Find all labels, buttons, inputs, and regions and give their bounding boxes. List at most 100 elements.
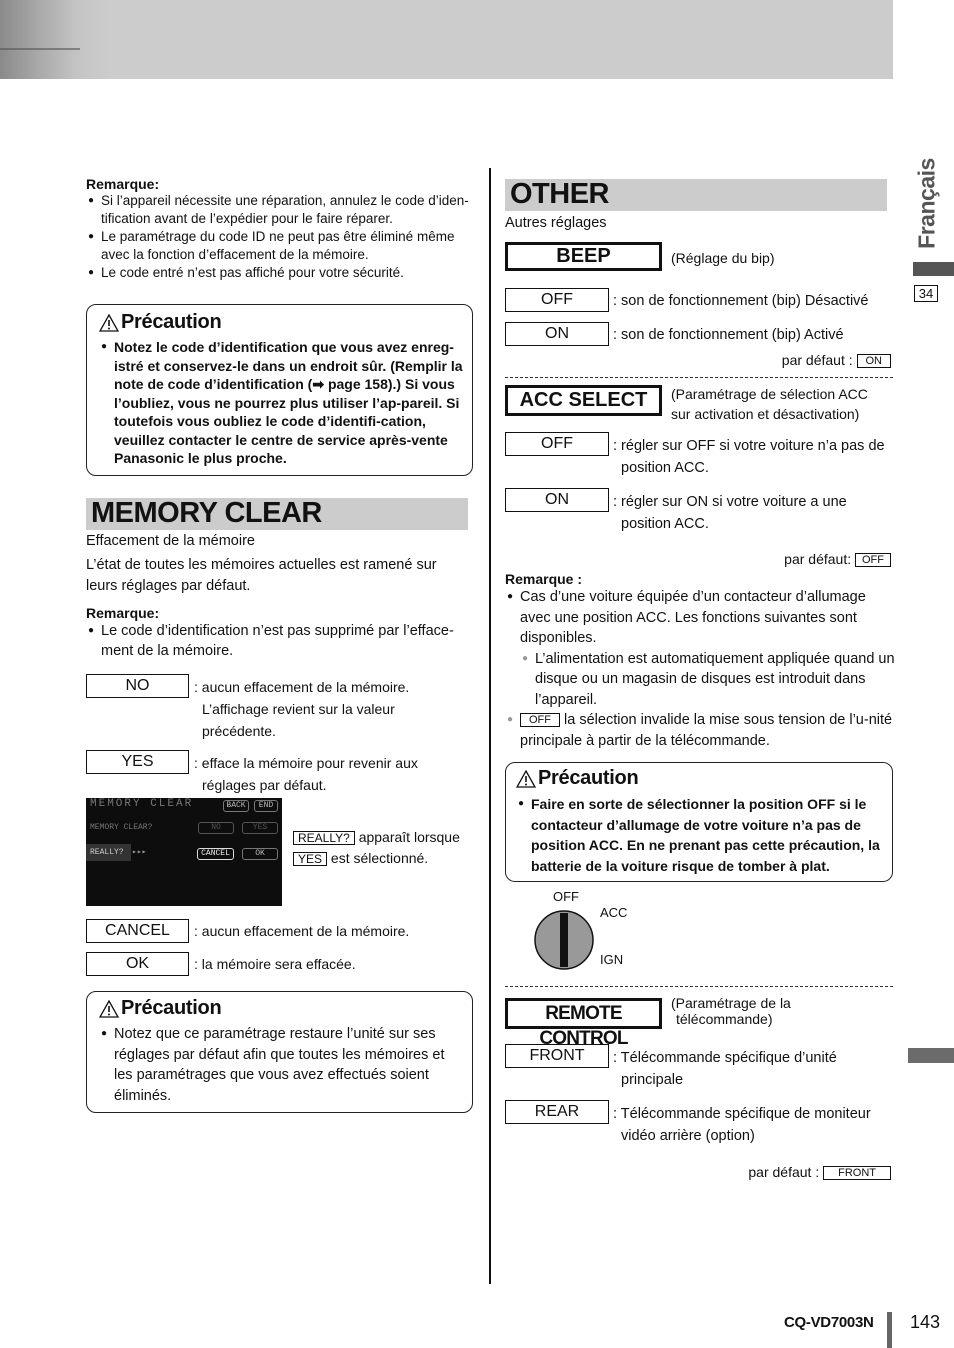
remote-note-line1: (Paramétrage de la <box>671 995 791 1011</box>
beep-default: par défaut : ON <box>782 350 891 370</box>
acc-option-off: OFF <box>505 432 609 456</box>
off-box: OFF <box>520 713 560 728</box>
beep-heading-box: BEEP <box>505 242 662 271</box>
remark-item: Si l’appareil nécessite une réparation, … <box>86 192 476 228</box>
acc-option-on-desc: : régler sur ON si votre voiture a une p… <box>613 494 847 532</box>
ignition-acc-label: ACC <box>600 905 628 920</box>
beep-option-off-desc: : son de fonctionnement (bip) Désactivé <box>613 293 869 309</box>
beep-option-off: OFF <box>505 288 609 312</box>
section-heading-memory-clear: MEMORY CLEAR <box>86 498 468 530</box>
caution-title: Précaution <box>121 997 222 1019</box>
caution-title: Précaution <box>121 311 222 333</box>
screen-note-text1: apparaît lorsque <box>358 829 460 845</box>
acc-select-note: (Paramétrage de sélection ACC sur activa… <box>671 386 868 422</box>
option-ok-desc: : la mémoire sera effacée. <box>194 956 356 972</box>
remark-item-text: la sélection invalide la mise sous tensi… <box>520 712 893 749</box>
separator <box>505 986 893 987</box>
default-value: ON <box>856 354 891 369</box>
screen-really: REALLY? <box>90 848 124 857</box>
remark-subitem: L’alimentation est automatiquement appli… <box>520 649 897 711</box>
remark-item-text: Cas d’une voiture équipée d’un contacteu… <box>520 589 866 646</box>
remark-id-code: Remarque: Si l’appareil nécessite une ré… <box>86 176 476 282</box>
warning-icon <box>515 769 537 788</box>
ignition-ign-label: IGN <box>600 952 624 967</box>
remark-item: Le code entré n’est pas affiché pour vot… <box>86 264 476 282</box>
screen-note-text2: est sélectionné. <box>330 850 429 866</box>
caution-box-acc: Précaution Faire en sorte de sélectionne… <box>505 762 893 882</box>
remark-item: Le paramétrage du code ID ne peut pas êt… <box>86 228 476 264</box>
option-yes-desc: : efface la mémoire pour revenir aux rég… <box>194 755 418 793</box>
screen-cancel-button[interactable]: CANCEL <box>197 848 234 860</box>
header-banner-image <box>0 0 110 79</box>
header-banner <box>0 0 893 79</box>
remark-item: OFF la sélection invalide la mise sous t… <box>505 710 897 751</box>
remark-title: Remarque: <box>86 605 160 621</box>
default-label: par défaut : <box>748 1164 820 1180</box>
remark-acc: Remarque : Cas d’une voiture équipée d’u… <box>505 571 897 751</box>
remote-option-front-desc: : Télécommande spécifique d’unité princi… <box>613 1050 837 1088</box>
remote-default: par défaut : FRONT <box>748 1162 891 1182</box>
remark-item: Cas d’une voiture équipée d’un contacteu… <box>505 587 897 710</box>
screen-no-button[interactable]: NO <box>198 822 234 834</box>
section-number: 34 <box>914 285 938 302</box>
caution-text: Faire en sorte de sélectionner la positi… <box>516 794 886 876</box>
option-yes: YES <box>86 750 189 774</box>
option-no: NO <box>86 674 189 698</box>
device-screen-memory-clear: MEMORY CLEAR BACK END MEMORY CLEAR? NO Y… <box>86 798 282 906</box>
option-cancel: CANCEL <box>86 919 189 943</box>
footer-bar <box>887 1312 892 1348</box>
language-label: Français <box>913 158 940 249</box>
default-label: par défaut : <box>781 352 853 368</box>
section-heading-other: OTHER <box>505 179 887 211</box>
option-cancel-desc: : aucun effacement de la mémoire. <box>194 923 410 939</box>
default-label: par défaut: <box>784 551 852 567</box>
column-divider <box>489 168 491 1284</box>
remote-option-rear: REAR <box>505 1100 609 1124</box>
warning-icon <box>98 999 120 1018</box>
model-number: CQ-VD7003N <box>784 1314 874 1331</box>
acc-select-heading-box: ACC SELECT <box>505 385 662 416</box>
acc-option-on: ON <box>505 488 609 512</box>
ignition-off-label: OFF <box>553 889 579 904</box>
screen-arrows: ▸▸▸ <box>132 848 147 857</box>
remark-title: Remarque : <box>505 571 583 587</box>
caution-box-id-code: Précaution Notez le code d’identificatio… <box>86 304 473 476</box>
really-box: REALLY? <box>293 831 355 846</box>
default-value: OFF <box>855 553 891 568</box>
screen-yes-button[interactable]: YES <box>242 822 278 834</box>
remark-title: Remarque: <box>86 176 160 192</box>
screen-ok-button[interactable]: OK <box>242 848 278 860</box>
option-ok: OK <box>86 952 189 976</box>
separator <box>505 377 893 378</box>
remote-control-heading-box: REMOTE CONTROL <box>505 998 662 1049</box>
ignition-switch-icon <box>534 910 594 970</box>
remote-note: (Paramétrage de la télécommande) <box>671 995 791 1027</box>
caution-box-memory-clear: Précaution Notez que ce paramétrage rest… <box>86 991 473 1113</box>
remark-item: Le code d’identification n’est pas suppr… <box>86 621 476 661</box>
language-tab-bar <box>913 262 954 276</box>
memory-clear-description: L’état de toutes les mémoires actuelles … <box>86 557 437 594</box>
remark-memory: Remarque: Le code d’identification n’est… <box>86 605 476 661</box>
remote-option-front: FRONT <box>505 1044 609 1068</box>
beep-option-on-desc: : son de fonctionnement (bip) Activé <box>613 327 844 343</box>
yes-box: YES <box>293 852 328 867</box>
remote-option-rear-desc: : Télécommande spécifique de moniteur vi… <box>613 1106 871 1144</box>
ignition-switch-diagram: OFF ACC IGN <box>530 885 650 975</box>
screen-title: MEMORY CLEAR <box>90 798 194 810</box>
page-number: 143 <box>910 1312 941 1332</box>
default-value: FRONT <box>823 1166 891 1181</box>
side-marker-bar <box>908 1048 954 1063</box>
warning-icon <box>98 313 120 332</box>
screen-note: REALLY? apparaît lorsque YES est sélecti… <box>293 827 478 869</box>
screen-question: MEMORY CLEAR? <box>90 823 153 832</box>
caution-text: Notez le code d’identification que vous … <box>99 338 464 468</box>
screen-back-button[interactable]: BACK <box>223 800 249 812</box>
other-subtitle: Autres réglages <box>505 215 607 231</box>
screen-end-button[interactable]: END <box>254 800 278 812</box>
remote-note-line2: télécommande) <box>676 1011 773 1027</box>
language-tab: Français <box>912 150 942 260</box>
caution-text: Notez que ce paramétrage restaure l’unit… <box>99 1024 464 1106</box>
option-no-desc: : aucun effacement de la mémoire. L’affi… <box>194 679 410 739</box>
acc-default: par défaut: OFF <box>784 549 891 569</box>
caution-title: Précaution <box>538 767 639 789</box>
